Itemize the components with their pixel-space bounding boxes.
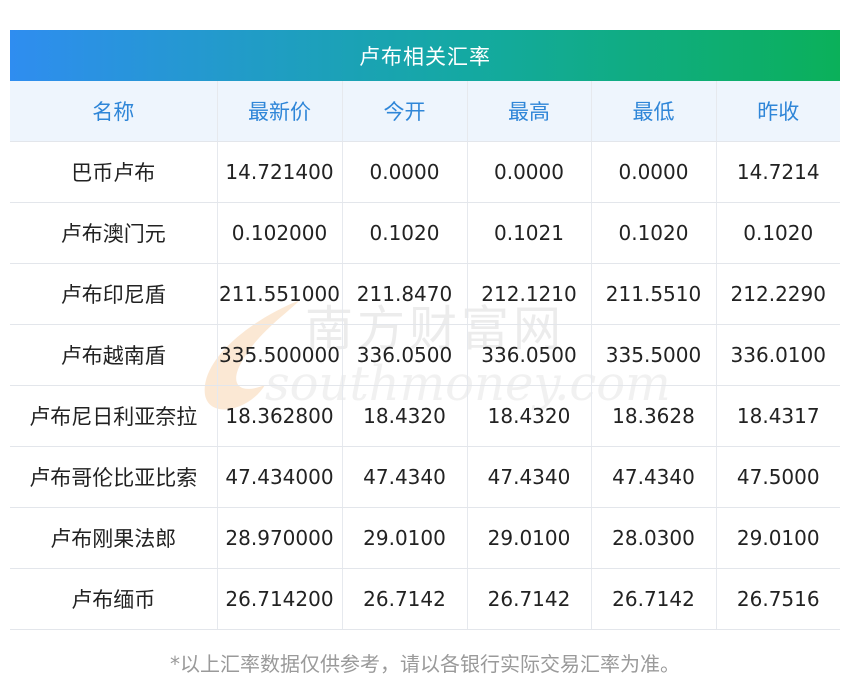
table-row: 卢布哥伦比亚比索 47.434000 47.4340 47.4340 47.43… xyxy=(10,446,840,508)
column-header-open: 今开 xyxy=(342,81,468,142)
cell-latest: 28.970000 xyxy=(217,507,343,569)
cell-prev-close: 0.1020 xyxy=(716,202,840,264)
cell-open: 47.4340 xyxy=(342,446,468,508)
cell-low: 335.5000 xyxy=(591,324,717,386)
cell-currency-name: 巴币卢布 xyxy=(10,141,218,203)
cell-latest: 18.362800 xyxy=(217,385,343,447)
cell-prev-close: 14.7214 xyxy=(716,141,840,203)
rate-table-container: 卢布相关汇率 名称 最新价 今开 最高 最低 昨收 巴币卢布 14.721400 xyxy=(10,30,840,630)
cell-open: 0.1020 xyxy=(342,202,468,264)
column-header-high: 最高 xyxy=(467,81,592,142)
table-row: 巴币卢布 14.721400 0.0000 0.0000 0.0000 14.7… xyxy=(10,141,840,203)
cell-latest: 14.721400 xyxy=(217,141,343,203)
cell-latest: 335.500000 xyxy=(217,324,343,386)
cell-prev-close: 336.0100 xyxy=(716,324,840,386)
table-row: 卢布印尼盾 211.551000 211.8470 212.1210 211.5… xyxy=(10,263,840,325)
cell-currency-name: 卢布澳门元 xyxy=(10,202,218,264)
cell-open: 29.0100 xyxy=(342,507,468,569)
cell-prev-close: 212.2290 xyxy=(716,263,840,325)
column-header-low: 最低 xyxy=(591,81,717,142)
cell-prev-close: 47.5000 xyxy=(716,446,840,508)
cell-currency-name: 卢布哥伦比亚比索 xyxy=(10,446,218,508)
cell-latest: 0.102000 xyxy=(217,202,343,264)
cell-prev-close: 29.0100 xyxy=(716,507,840,569)
cell-low: 26.7142 xyxy=(591,568,717,630)
table-row: 卢布澳门元 0.102000 0.1020 0.1021 0.1020 0.10… xyxy=(10,202,840,264)
column-header-latest: 最新价 xyxy=(217,81,343,142)
cell-low: 28.0300 xyxy=(591,507,717,569)
cell-high: 47.4340 xyxy=(467,446,592,508)
cell-low: 0.1020 xyxy=(591,202,717,264)
cell-latest: 47.434000 xyxy=(217,446,343,508)
table-row: 卢布尼日利亚奈拉 18.362800 18.4320 18.4320 18.36… xyxy=(10,385,840,447)
cell-low: 0.0000 xyxy=(591,141,717,203)
cell-currency-name: 卢布越南盾 xyxy=(10,324,218,386)
cell-latest: 26.714200 xyxy=(217,568,343,630)
cell-high: 0.1021 xyxy=(467,202,592,264)
cell-high: 0.0000 xyxy=(467,141,592,203)
cell-prev-close: 18.4317 xyxy=(716,385,840,447)
table-header-row: 名称 最新价 今开 最高 最低 昨收 xyxy=(10,81,840,142)
cell-low: 211.5510 xyxy=(591,263,717,325)
page: 南方财富网 southmoney.com 卢布相关汇率 名称 最新价 今开 最高… xyxy=(0,0,850,697)
table-row: 卢布缅币 26.714200 26.7142 26.7142 26.7142 2… xyxy=(10,568,840,630)
cell-high: 18.4320 xyxy=(467,385,592,447)
cell-open: 18.4320 xyxy=(342,385,468,447)
cell-currency-name: 卢布尼日利亚奈拉 xyxy=(10,385,218,447)
column-header-prev-close: 昨收 xyxy=(716,81,840,142)
cell-high: 26.7142 xyxy=(467,568,592,630)
table-row: 卢布越南盾 335.500000 336.0500 336.0500 335.5… xyxy=(10,324,840,386)
column-header-name: 名称 xyxy=(10,81,218,142)
cell-open: 336.0500 xyxy=(342,324,468,386)
cell-currency-name: 卢布印尼盾 xyxy=(10,263,218,325)
cell-currency-name: 卢布缅币 xyxy=(10,568,218,630)
table-title: 卢布相关汇率 xyxy=(10,30,840,81)
cell-currency-name: 卢布刚果法郎 xyxy=(10,507,218,569)
table-row: 卢布刚果法郎 28.970000 29.0100 29.0100 28.0300… xyxy=(10,507,840,569)
rate-table: 名称 最新价 今开 最高 最低 昨收 巴币卢布 14.721400 0.0000… xyxy=(10,81,840,630)
cell-open: 26.7142 xyxy=(342,568,468,630)
cell-high: 336.0500 xyxy=(467,324,592,386)
cell-high: 29.0100 xyxy=(467,507,592,569)
cell-open: 0.0000 xyxy=(342,141,468,203)
disclaimer-footnote: *以上汇率数据仅供参考，请以各银行实际交易汇率为准。 xyxy=(170,652,680,676)
cell-high: 212.1210 xyxy=(467,263,592,325)
cell-prev-close: 26.7516 xyxy=(716,568,840,630)
cell-low: 47.4340 xyxy=(591,446,717,508)
cell-latest: 211.551000 xyxy=(217,263,343,325)
cell-low: 18.3628 xyxy=(591,385,717,447)
cell-open: 211.8470 xyxy=(342,263,468,325)
